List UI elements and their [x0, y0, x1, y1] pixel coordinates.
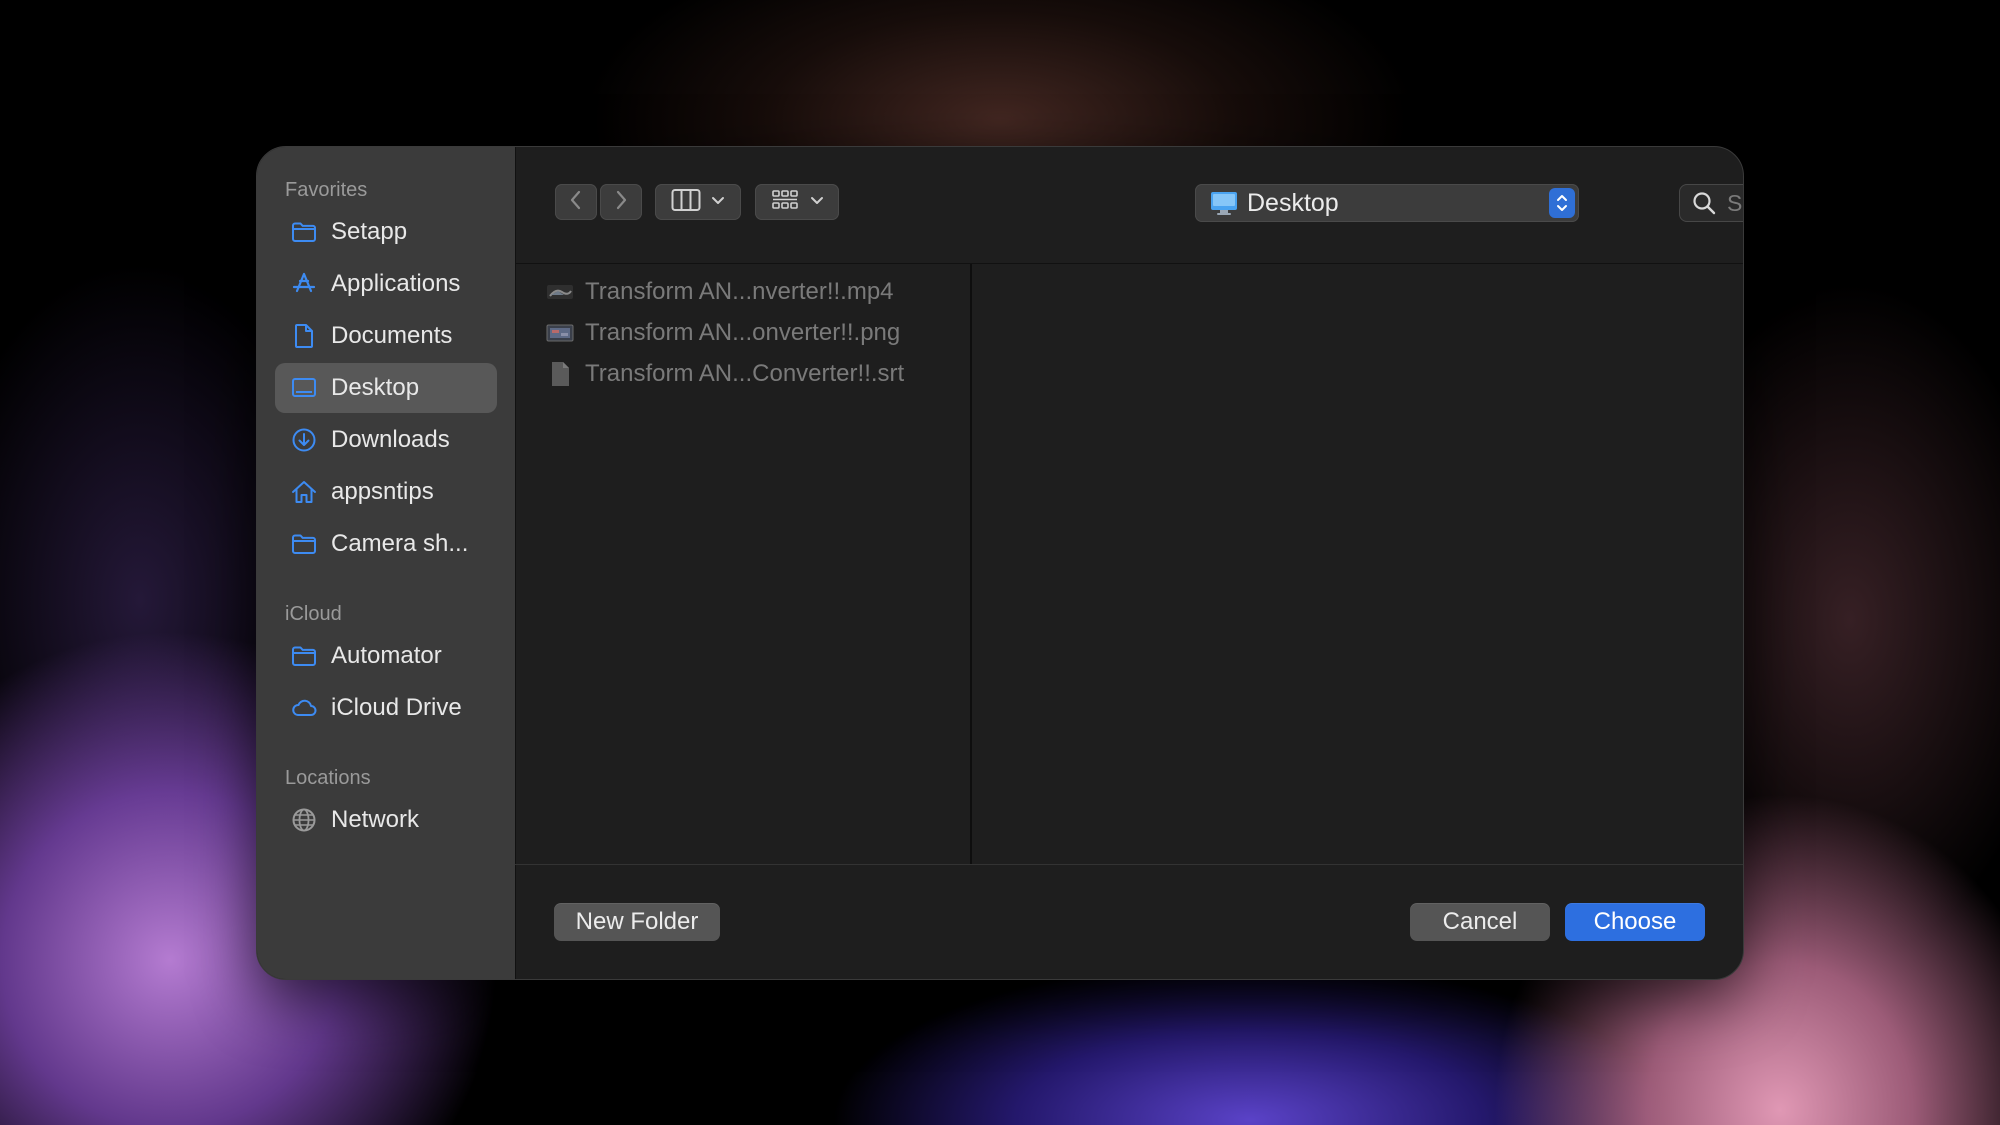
file-browser: Transform AN...nverter!!.mp4 Transform A… [515, 264, 1743, 864]
cloud-icon [289, 693, 319, 723]
file-name: Transform AN...onverter!!.png [585, 319, 901, 346]
sidebar-item-label: Network [331, 806, 420, 833]
new-folder-button[interactable]: New Folder [554, 903, 720, 941]
search-input[interactable] [1725, 188, 1743, 218]
preview-column [972, 264, 1743, 864]
location-popup[interactable]: Desktop [1195, 184, 1579, 222]
applications-icon [289, 269, 319, 299]
sidebar-item-documents[interactable]: Documents [275, 311, 497, 361]
chevron-right-icon [612, 189, 630, 216]
folder-icon [289, 529, 319, 559]
file-item[interactable]: Transform AN...onverter!!.png [545, 315, 900, 351]
browser-column[interactable]: Transform AN...nverter!!.mp4 Transform A… [515, 264, 972, 864]
sidebar-item-label: Setapp [331, 218, 408, 245]
toolbar: Desktop [515, 147, 1743, 264]
choose-button[interactable]: Choose [1565, 903, 1705, 941]
downloads-icon [289, 425, 319, 455]
folder-icon [289, 217, 319, 247]
sidebar-item-label: Automator [331, 642, 442, 669]
video-file-icon [545, 279, 575, 305]
sidebar-item-setapp[interactable]: Setapp [275, 207, 497, 257]
sidebar-item-label: Applications [331, 270, 461, 297]
dialog-footer: New Folder Cancel Choose [515, 864, 1743, 979]
image-file-icon [545, 320, 575, 346]
document-icon [289, 321, 319, 351]
sidebar-item-desktop[interactable]: Desktop [275, 363, 497, 413]
sidebar-item-label: iCloud Drive [331, 694, 462, 721]
open-dialog: Favorites Setapp Applications Documents … [256, 146, 1744, 980]
file-name: Transform AN...Converter!!.srt [585, 360, 905, 387]
sidebar-section-favorites: Favorites [285, 179, 368, 201]
location-label: Desktop [1247, 188, 1339, 217]
columns-view-icon [671, 188, 701, 217]
sidebar-item-label: Desktop [331, 374, 420, 401]
back-button[interactable] [555, 184, 597, 220]
file-item[interactable]: Transform AN...nverter!!.mp4 [545, 274, 894, 310]
group-by-button[interactable] [755, 184, 839, 220]
sidebar-item-applications[interactable]: Applications [275, 259, 497, 309]
view-mode-button[interactable] [655, 184, 741, 220]
sidebar-item-automator[interactable]: Automator [275, 631, 497, 681]
sidebar-item-label: Downloads [331, 426, 450, 453]
chevron-down-icon [810, 193, 824, 211]
chevron-left-icon [567, 189, 585, 216]
forward-button[interactable] [600, 184, 642, 220]
sidebar-item-icloud-drive[interactable]: iCloud Drive [275, 683, 497, 733]
search-field[interactable] [1679, 184, 1743, 222]
grid-icon [770, 188, 800, 217]
globe-icon [289, 805, 319, 835]
search-icon [1691, 190, 1717, 216]
sidebar: Favorites Setapp Applications Documents … [257, 147, 516, 979]
desktop-folder-icon [1209, 189, 1239, 217]
sidebar-section-icloud: iCloud [285, 603, 342, 625]
sidebar-item-label: Documents [331, 322, 453, 349]
sidebar-item-label: appsntips [331, 478, 434, 505]
file-item[interactable]: Transform AN...Converter!!.srt [545, 356, 904, 392]
sidebar-item-label: Camera sh... [331, 530, 469, 557]
chevron-down-icon [711, 193, 725, 211]
sidebar-item-camera-shots[interactable]: Camera sh... [275, 519, 497, 569]
up-down-chevron-icon [1549, 188, 1575, 218]
sidebar-section-locations: Locations [285, 767, 371, 789]
folder-icon [289, 641, 319, 671]
sidebar-item-network[interactable]: Network [275, 795, 497, 845]
text-file-icon [545, 361, 575, 387]
home-icon [289, 477, 319, 507]
desktop-icon [289, 373, 319, 403]
cancel-button[interactable]: Cancel [1410, 903, 1550, 941]
sidebar-item-appsntips[interactable]: appsntips [275, 467, 497, 517]
file-name: Transform AN...nverter!!.mp4 [585, 278, 894, 305]
sidebar-item-downloads[interactable]: Downloads [275, 415, 497, 465]
